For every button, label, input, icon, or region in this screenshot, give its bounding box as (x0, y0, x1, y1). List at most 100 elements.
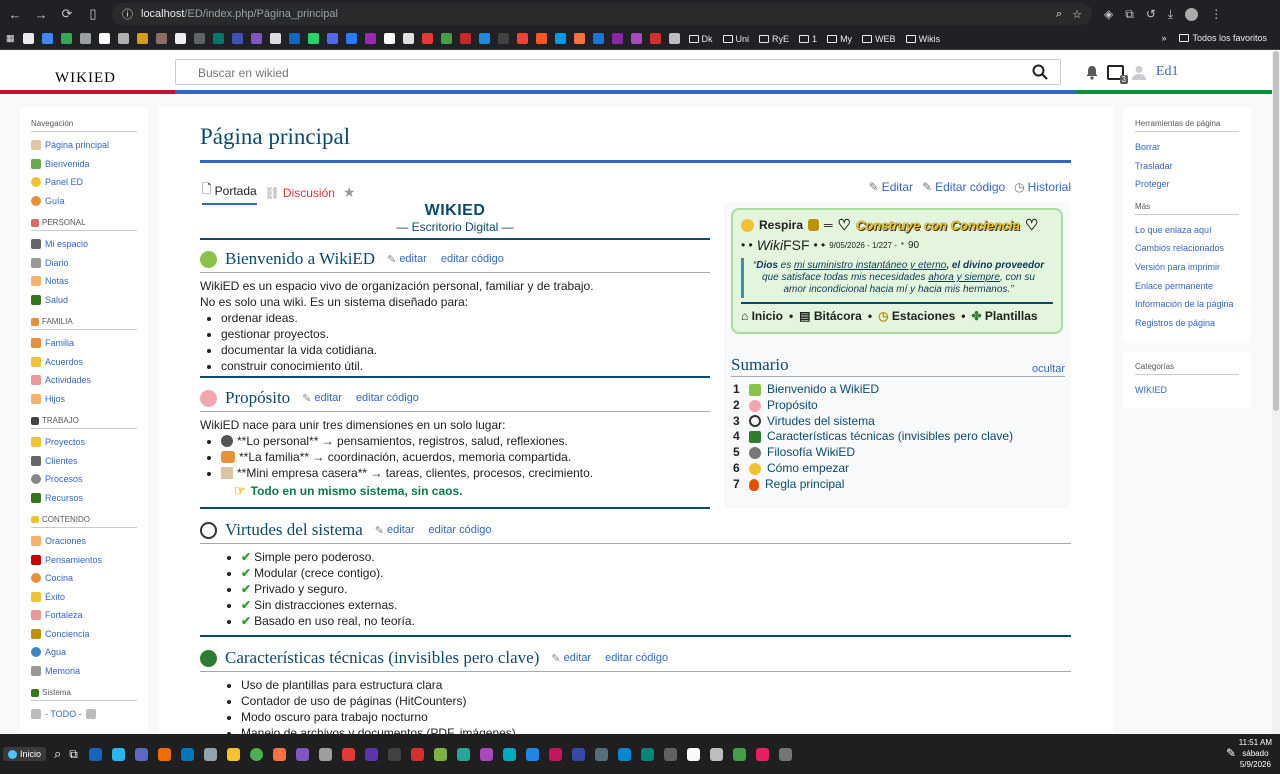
tool-move[interactable]: Trasladar (1135, 157, 1239, 176)
search-icon[interactable] (1032, 64, 1048, 80)
nav-item[interactable]: Hijos (31, 390, 137, 409)
toc-item[interactable]: 4 Características técnicas (invisibles pe… (733, 429, 1065, 445)
bookmark-icon[interactable] (155, 33, 167, 44)
taskbar-app-icon[interactable] (364, 747, 378, 761)
back-icon[interactable]: ← (4, 7, 26, 22)
extension-icon[interactable]: ◈ (1104, 7, 1113, 21)
toc-item[interactable]: 7 Regla principal (733, 477, 1065, 493)
bookmark-icon[interactable] (421, 33, 433, 44)
taskbar-app-icon[interactable] (640, 747, 654, 761)
section-edit-source-link[interactable]: editar código (429, 524, 492, 537)
nav-item[interactable]: Éxito (31, 588, 137, 607)
system-clock[interactable]: 11:51 AM sábado 5/9/2026 (1239, 737, 1272, 770)
site-logo[interactable]: WIKIED (55, 70, 116, 87)
bookmark-folder[interactable]: Wikis (905, 34, 940, 44)
puzzle-icon[interactable]: ⧉ (1125, 7, 1134, 22)
toc-item[interactable]: 6 Cómo empezar (733, 461, 1065, 477)
bookmark-icon[interactable] (459, 33, 471, 44)
bell-icon[interactable] (1085, 65, 1099, 80)
taskbar-app-icon[interactable] (456, 747, 470, 761)
site-info-icon[interactable]: ⓘ (122, 6, 133, 22)
watch-star-icon[interactable]: ★ (343, 184, 356, 201)
section-edit-link[interactable]: ✎ editar (302, 392, 342, 405)
nav-item[interactable]: Pensamientos (31, 551, 137, 570)
bookmark-icon[interactable] (630, 33, 642, 44)
download-icon[interactable]: ⤓ (1168, 7, 1173, 22)
bookmark-icon[interactable] (22, 33, 34, 44)
page-scrollbar[interactable] (1272, 51, 1280, 734)
taskbar-app-icon[interactable] (341, 747, 355, 761)
zoom-icon[interactable]: ⌕ (1056, 8, 1062, 21)
bookmark-icon[interactable] (402, 33, 414, 44)
taskbar-app-icon[interactable] (157, 747, 171, 761)
nav-item[interactable]: Agua (31, 643, 137, 662)
chevron-right-icon[interactable]: » (1161, 33, 1166, 43)
start-button[interactable]: Inicio (3, 747, 47, 761)
banner-link-bitacora[interactable]: ▤ Bitácora (799, 309, 862, 323)
taskbar-app-icon[interactable] (571, 747, 585, 761)
bookmark-icon[interactable] (212, 33, 224, 44)
taskbar-app-icon[interactable] (502, 747, 516, 761)
forward-icon[interactable]: → (30, 7, 52, 22)
taskbar-app-icon[interactable] (88, 747, 102, 761)
bookmark-icon[interactable] (554, 33, 566, 44)
taskbar-app-icon[interactable] (295, 747, 309, 761)
taskbar-app-icon[interactable] (134, 747, 148, 761)
taskbar-app-icon[interactable] (525, 747, 539, 761)
more-link[interactable]: Lo que enlaza aquí (1135, 221, 1239, 240)
tab-discusion[interactable]: ⛓ Discusión (265, 186, 335, 200)
bookmark-icon[interactable] (516, 33, 528, 44)
nav-item[interactable]: Bienvenida (31, 155, 137, 174)
taskbar-app-icon[interactable] (203, 747, 217, 761)
history-button[interactable]: ◷ Historial (1014, 180, 1071, 194)
nav-item[interactable]: Memoria (31, 662, 137, 681)
bookmark-icon[interactable] (649, 33, 661, 44)
nav-item[interactable]: Diario (31, 254, 137, 273)
bookmark-icon[interactable] (60, 33, 72, 44)
star-bookmark-icon[interactable]: ☆ (1072, 8, 1082, 21)
bookmark-icon[interactable] (611, 33, 623, 44)
nav-item[interactable]: Cocina (31, 569, 137, 588)
taskbar-app-icon[interactable] (318, 747, 332, 761)
bookmark-icon[interactable] (307, 33, 319, 44)
menu-icon[interactable]: ⋮ (1210, 7, 1222, 21)
more-link[interactable]: Registros de página (1135, 314, 1239, 333)
task-view-icon[interactable]: ⧉ (69, 747, 78, 762)
nav-item[interactable]: - TODO - (31, 705, 137, 724)
taskbar-app-icon[interactable] (433, 747, 447, 761)
category-link[interactable]: WIKIED (1135, 381, 1239, 400)
taskbar-app-icon[interactable] (732, 747, 746, 761)
toc-item[interactable]: 2 Propósito (733, 398, 1065, 414)
nav-item[interactable]: Familia (31, 334, 137, 353)
taskbar-app-icon[interactable] (709, 747, 723, 761)
tool-protect[interactable]: Proteger (1135, 175, 1239, 194)
bookmark-icon[interactable] (288, 33, 300, 44)
taskbar-app-icon[interactable] (594, 747, 608, 761)
toc-item[interactable]: 3 Virtudes del sistema (733, 414, 1065, 430)
taskbar-app-icon[interactable] (617, 747, 631, 761)
taskbar-app-icon[interactable] (778, 747, 792, 761)
toc-item[interactable]: 1 Bienvenido a WikiED (733, 382, 1065, 398)
bookmark-icon[interactable] (174, 33, 186, 44)
more-link[interactable]: Versión para imprimir (1135, 258, 1239, 277)
taskbar-app-icon[interactable] (663, 747, 677, 761)
nav-item[interactable]: Conciencia (31, 625, 137, 644)
bookmark-folder[interactable]: Uni (722, 34, 749, 44)
nav-item[interactable]: Mi espacio (31, 235, 137, 254)
profile-avatar[interactable] (1185, 7, 1199, 21)
taskbar-app-icon[interactable] (180, 747, 194, 761)
edit-button[interactable]: ✎ Editar (869, 180, 913, 194)
history-icon[interactable]: ↺ (1146, 7, 1156, 21)
tray-icon[interactable]: 3 (1107, 64, 1128, 84)
taskbar-app-icon[interactable] (755, 747, 769, 761)
bookmark-icon[interactable] (231, 33, 243, 44)
nav-item[interactable]: Panel ED (31, 173, 137, 192)
bookmark-folder[interactable]: 1 (799, 34, 817, 44)
bookmark-icon[interactable] (250, 33, 262, 44)
bookmark-icon[interactable] (478, 33, 490, 44)
scrollbar-thumb[interactable] (1273, 51, 1279, 411)
more-link[interactable]: Información de la página (1135, 295, 1239, 314)
apps-icon[interactable]: ▦ (6, 33, 15, 44)
bookmark-folder[interactable]: WEB (862, 34, 896, 44)
section-edit-link[interactable]: ✎ editar (551, 652, 591, 665)
